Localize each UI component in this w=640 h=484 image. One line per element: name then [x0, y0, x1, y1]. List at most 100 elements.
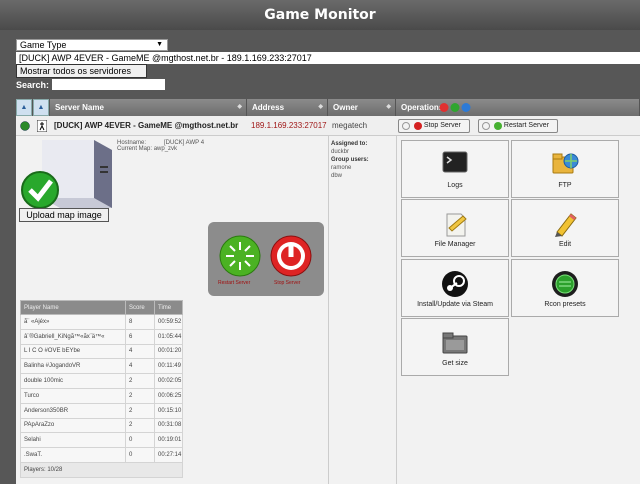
table-row: ã¨ «Ajéx» 8 00:59:52 [20, 314, 183, 330]
column-header-time: Time [154, 300, 183, 315]
ftp-label: FTP [558, 182, 572, 189]
player-name: .SwaT. [20, 447, 126, 463]
table-row: PApAraZzo 2 00:31:08 [20, 417, 183, 434]
show-all-servers-button[interactable]: Mostrar todos os servidores [16, 64, 147, 78]
get-size-label: Get size [442, 360, 468, 367]
player-time: 00:02:05 [154, 373, 183, 389]
install-update-steam-tile[interactable]: Install/Update via Steam [401, 259, 509, 317]
upload-map-image-button[interactable]: Upload map image [19, 208, 109, 222]
table-row: â¨®Gabriell_KiNgã™«ãx¨ä™« 6 01:05:44 [20, 328, 183, 345]
radio-icon [482, 122, 490, 130]
page-title: Game Monitor [0, 0, 640, 30]
file-manager-tile[interactable]: File Manager [401, 199, 509, 257]
owner-panel [328, 136, 396, 484]
player-name: â¨®Gabriell_KiNgã™«ãx¨ä™« [20, 328, 126, 345]
ftp-tile[interactable]: FTP [511, 140, 619, 198]
player-time: 00:27:14 [154, 447, 183, 463]
player-name: Balinha #JogandoVR [20, 358, 126, 375]
server-control-box: Restart Server Stop Server [208, 222, 324, 296]
player-time: 00:19:01 [154, 432, 183, 449]
stop-server-label: Stop Server [274, 280, 301, 286]
server-name[interactable]: [DUCK] AWP 4EVER - GameME @mgthost.net.b… [50, 116, 247, 136]
restart-server-button[interactable]: Restart Server [478, 119, 558, 133]
hostname-info: Hostname: [DUCK] AWP 4 Current Map: awp_z… [117, 140, 204, 152]
server-owner: megatech [332, 121, 368, 130]
player-name: Turco [20, 387, 126, 404]
group-users-label: Group users: [331, 157, 369, 163]
players-count: Players: 10/28 [20, 461, 183, 478]
column-header-address[interactable]: Address ◆ [247, 99, 328, 116]
group-user-item: ramone [331, 165, 352, 171]
player-time: 00:31:08 [154, 417, 183, 434]
status-icons [439, 103, 471, 112]
player-score: 0 [125, 432, 155, 449]
ftp-folder-icon [552, 153, 579, 174]
player-score: 4 [125, 358, 155, 375]
player-time: 00:59:52 [154, 314, 183, 330]
edit-tile[interactable]: Edit [511, 199, 619, 257]
table-row: Turco 2 00:06:25 [20, 387, 183, 404]
player-time: 00:15:10 [154, 402, 183, 419]
search-label: Search: [16, 80, 50, 90]
players-table-header: Player Name Score Time [20, 300, 183, 315]
rcon-presets-label: Rcon presets [544, 301, 586, 308]
folder-icon [442, 332, 468, 354]
column-header-server[interactable]: Server Name ◆ [50, 99, 247, 116]
player-name: L I C O #OVE bEYbe [20, 343, 126, 360]
column-header-operations: Operations [396, 99, 640, 116]
player-score: 2 [125, 387, 155, 404]
server-select[interactable]: [DUCK] AWP 4EVER - GameME @mgthost.net.b… [16, 52, 640, 64]
logs-tile[interactable]: Logs [401, 140, 509, 198]
pencil-icon [555, 213, 577, 237]
status-online-icon [16, 116, 33, 136]
server-computer-icon [21, 140, 112, 209]
player-score: 8 [125, 314, 155, 330]
player-time: 00:11:49 [154, 358, 183, 375]
player-name: Anderson350BR [20, 402, 126, 419]
player-name: ã¨ «Ajéx» [20, 314, 126, 330]
game-type-select[interactable]: Game Type ▼ [16, 39, 168, 51]
stop-icon [413, 122, 422, 130]
table-row: Selahi 0 00:19:01 [20, 432, 183, 449]
column-header-score: Score [125, 300, 155, 315]
file-manager-label: File Manager [434, 241, 476, 248]
column-header-operations-label: Operations [401, 103, 444, 112]
stop-server-button[interactable]: Stop Server [398, 119, 470, 133]
column-header-player: Player Name [20, 300, 126, 315]
table-row: double 100mic 2 00:02:05 [20, 373, 183, 389]
player-name: PApAraZzo [20, 417, 126, 434]
rcon-presets-tile[interactable]: Rcon presets [511, 259, 619, 317]
column-header-server-label: Server Name [55, 103, 104, 112]
server-address: 189.1.169.233:27017 [251, 121, 327, 130]
player-score: 2 [125, 402, 155, 419]
get-size-tile[interactable]: Get size [401, 318, 509, 376]
sort-icon: ◆ [386, 104, 391, 110]
player-score: 2 [125, 417, 155, 434]
players-footer-row: Players: 10/28 [20, 461, 183, 478]
stop-server-icon[interactable] [270, 235, 312, 277]
column-header-owner[interactable]: Owner ◆ [328, 99, 396, 116]
player-score: 0 [125, 447, 155, 463]
sort-up-button[interactable]: ▲ [16, 99, 32, 116]
assigned-value: duckbr [331, 149, 350, 155]
sort-icon: ◆ [237, 104, 242, 110]
players-table: Player Name Score Time ã¨ «Ajéx» 8 00:59:5… [20, 300, 183, 478]
map-label: Current Map: [117, 146, 153, 152]
player-score: 2 [125, 373, 155, 389]
sort-icon: ◆ [318, 104, 323, 110]
game-type-value: Game Type [20, 40, 67, 50]
player-score: 6 [125, 328, 155, 345]
restart-server-label: Restart Server [218, 280, 251, 286]
file-manager-icon [446, 213, 467, 237]
player-name: Selahi [20, 432, 126, 449]
steam-icon [442, 271, 468, 297]
search-input[interactable] [52, 79, 165, 90]
player-name: double 100mic [20, 373, 126, 389]
edit-label: Edit [558, 241, 572, 248]
game-icon [33, 116, 50, 136]
restart-server-icon[interactable] [219, 235, 261, 277]
map-value: awp_zvk [153, 146, 178, 152]
sort-up-button-2[interactable]: ▲ [33, 99, 49, 116]
assigned-label: Assigned to: [331, 141, 368, 147]
table-row: L I C O #OVE bEYbe 4 00:01:20 [20, 343, 183, 360]
